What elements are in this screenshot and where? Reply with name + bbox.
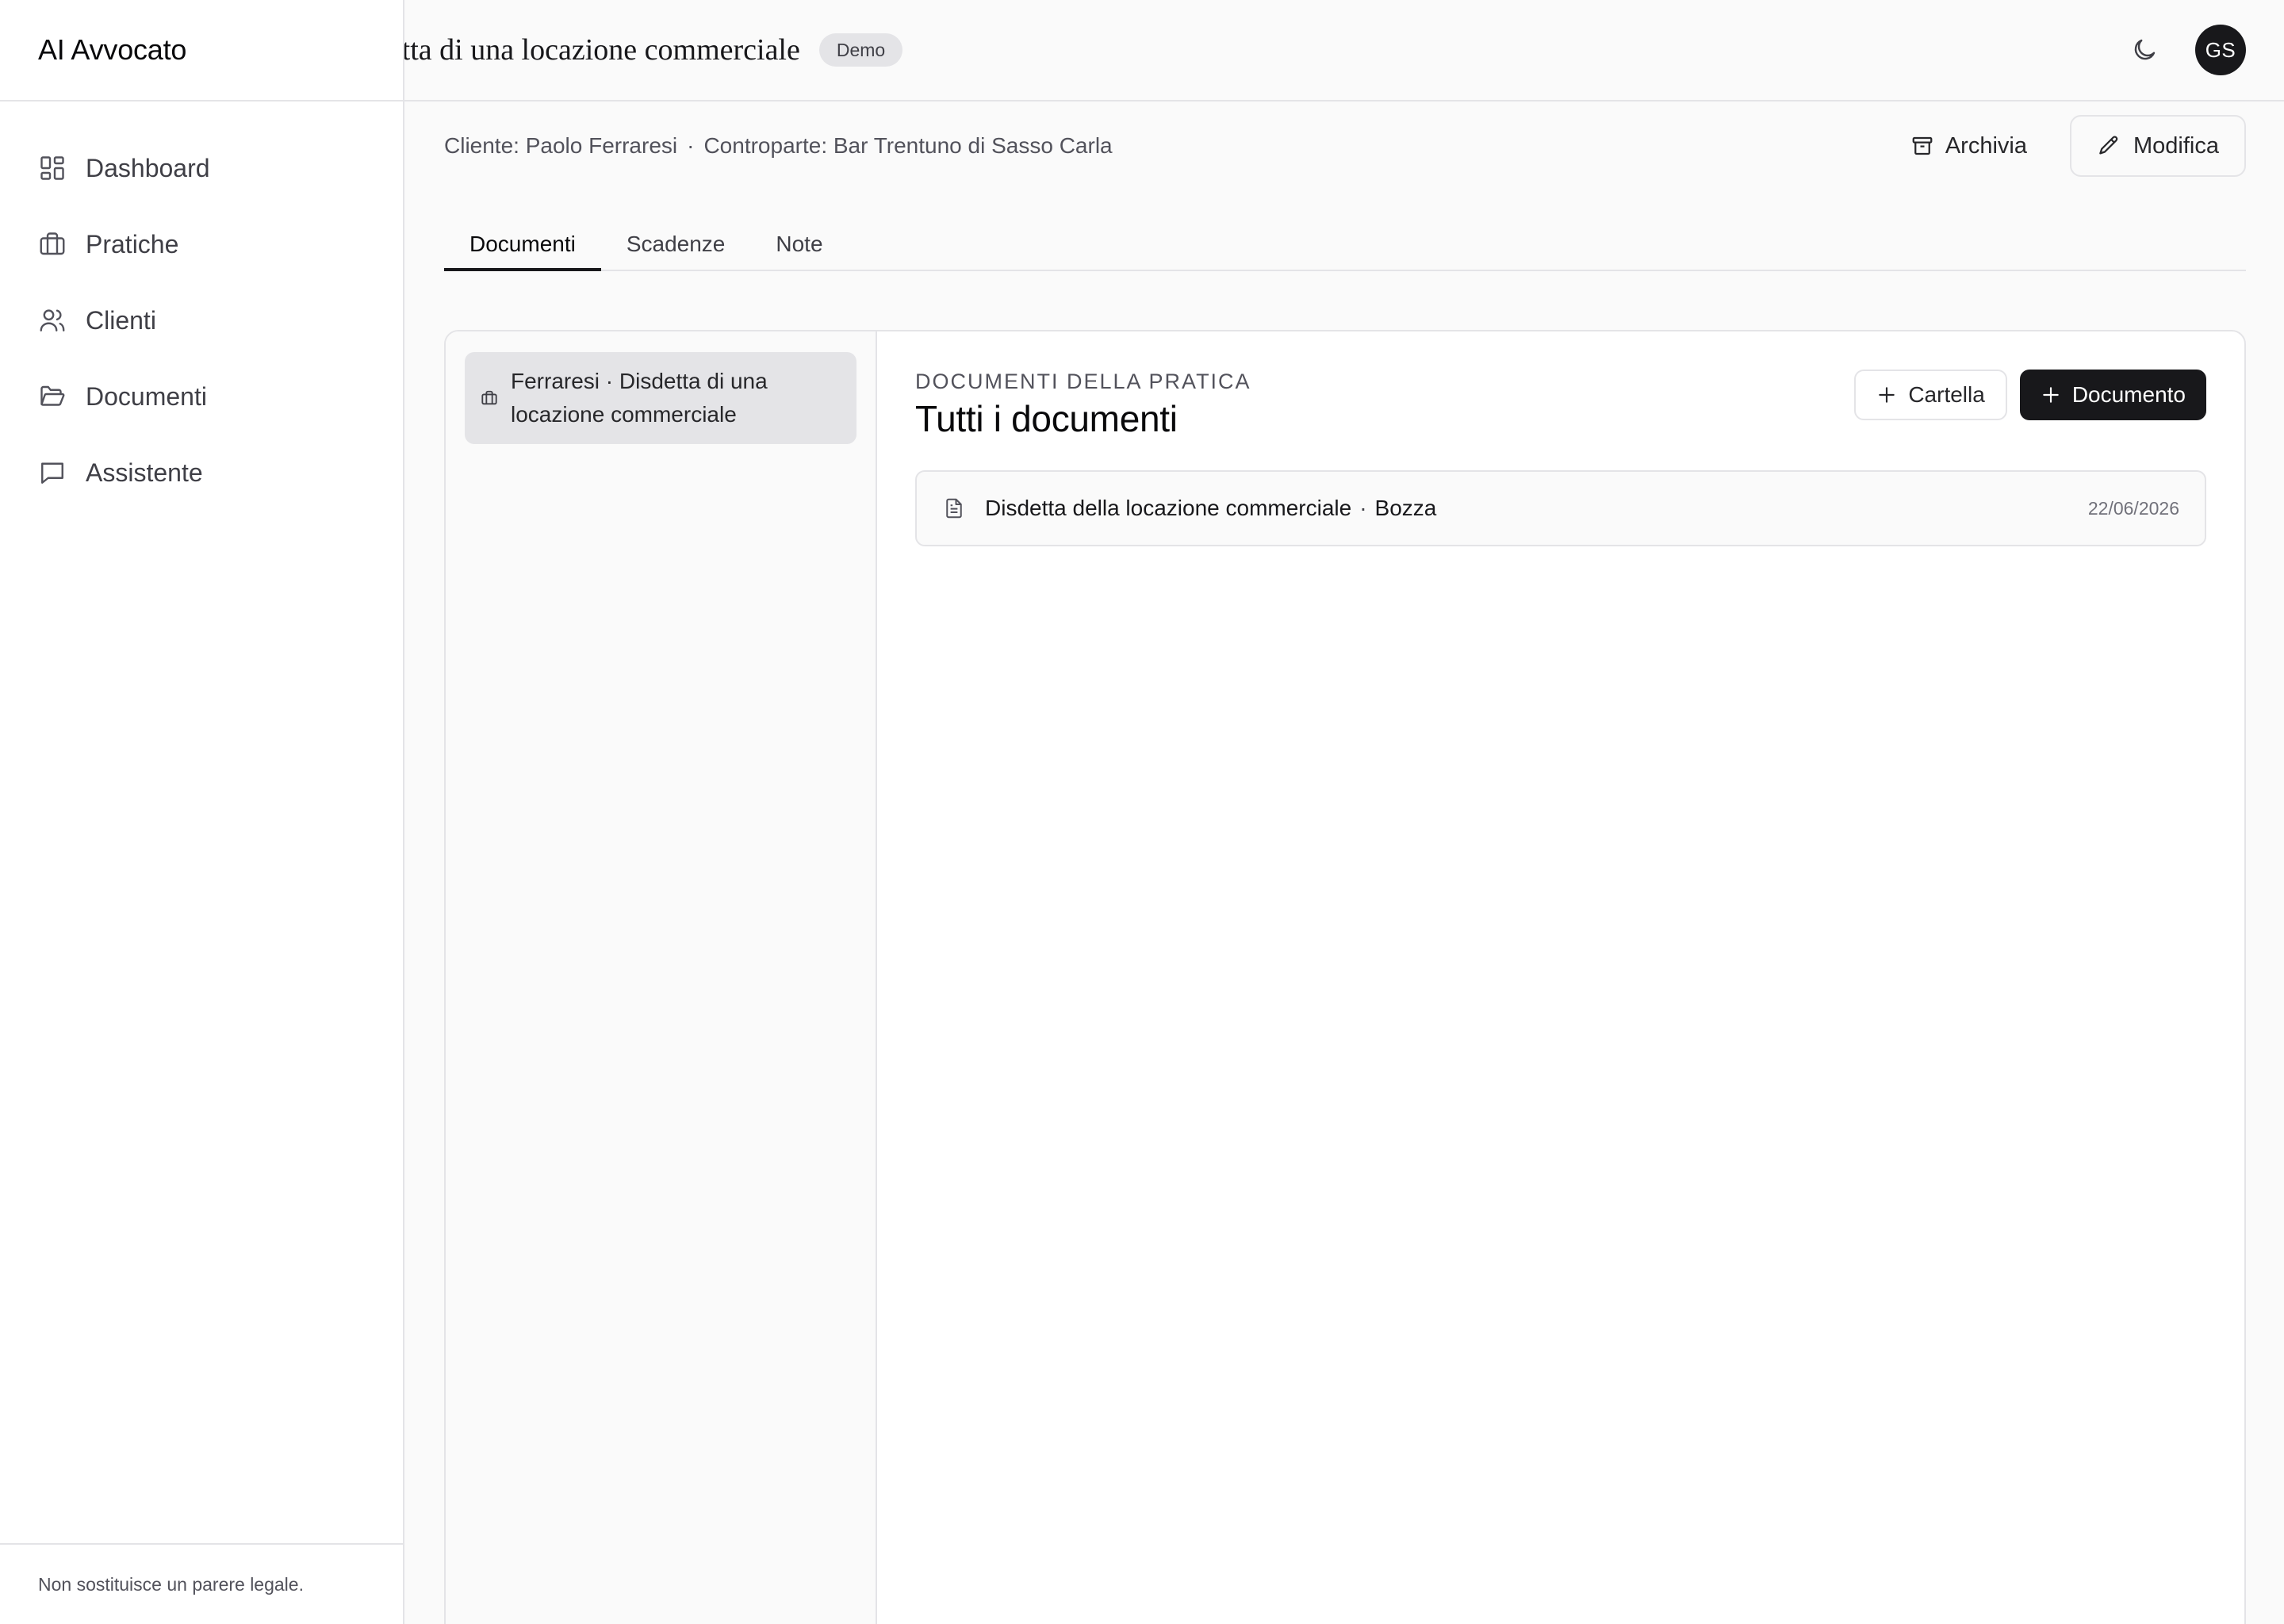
demo-badge: Demo	[818, 33, 903, 67]
edit-button[interactable]: Modifica	[2070, 115, 2246, 177]
file-text-icon	[942, 496, 966, 520]
folder-label: Ferraresi · Disdetta di una locazione co…	[511, 369, 768, 427]
users-icon	[38, 306, 67, 335]
sidebar-item-clienti[interactable]: Clienti	[0, 282, 403, 358]
tab-note[interactable]: Note	[750, 219, 848, 270]
top-header: Disdetta di una locazione commerciale De…	[404, 0, 2284, 102]
edit-label: Modifica	[2133, 132, 2219, 159]
archive-label: Archivia	[1945, 132, 2027, 159]
pencil-icon	[2097, 134, 2121, 158]
sidebar-item-label: Pratiche	[86, 229, 179, 259]
case-tabs: Documenti Scadenze Note	[444, 220, 2246, 271]
moon-icon	[2130, 36, 2159, 64]
folder-tree: Ferraresi · Disdetta di una locazione co…	[446, 331, 877, 1624]
case-parties: Cliente: Paolo Ferraresi · Controparte: …	[444, 133, 1113, 159]
sidebar-item-assistente[interactable]: Assistente	[0, 435, 403, 511]
archive-button[interactable]: Archivia	[1890, 115, 2048, 177]
add-document-button[interactable]: Documento	[2019, 370, 2206, 420]
archive-icon	[1910, 134, 1934, 158]
documents-panel: Ferraresi · Disdetta di una locazione co…	[444, 330, 2246, 1624]
documents-heading: Documenti della pratica Tutti i document…	[915, 370, 1251, 440]
document-row[interactable]: Disdetta della locazione commerciale · B…	[915, 470, 2206, 546]
sidebar-disclaimer: Non sostituisce un parere legale.	[0, 1543, 403, 1624]
dashboard-icon	[38, 154, 67, 182]
separator: ·	[1359, 496, 1367, 520]
folder-open-icon	[38, 382, 67, 411]
sidebar-item-label: Dashboard	[86, 153, 210, 182]
document-date: 22/06/2026	[2087, 497, 2179, 519]
sidebar-item-pratiche[interactable]: Pratiche	[0, 206, 403, 282]
separator: ·	[687, 133, 695, 158]
case-counterparty: Controparte: Bar Trentuno di Sasso Carla	[703, 133, 1113, 158]
sidebar: AI Avvocato Dashboard Pratiche Clienti D…	[0, 0, 404, 1624]
main-content: Cliente: Paolo Ferraresi · Controparte: …	[404, 102, 2284, 1624]
theme-toggle-button[interactable]	[2125, 31, 2163, 69]
sidebar-nav: Dashboard Pratiche Clienti Documenti Ass…	[0, 102, 403, 511]
page-title: Disdetta di una locazione commerciale	[404, 33, 800, 67]
document-name-group: Disdetta della locazione commerciale · B…	[985, 496, 1436, 521]
document-status: Bozza	[1374, 496, 1437, 520]
user-avatar[interactable]: GS	[2195, 25, 2246, 75]
add-document-label: Documento	[2071, 382, 2186, 407]
documents-list-area: Documenti della pratica Tutti i document…	[877, 331, 2244, 1624]
app-title[interactable]: AI Avvocato	[0, 0, 403, 102]
header-actions: GS	[2125, 0, 2246, 100]
sidebar-item-label: Clienti	[86, 305, 156, 335]
plus-icon	[2041, 385, 2061, 405]
documents-header: Documenti della pratica Tutti i document…	[915, 370, 2206, 440]
tab-documenti[interactable]: Documenti	[444, 219, 601, 271]
case-actions: Archivia Modifica	[1890, 115, 2246, 177]
documents-eyebrow: Documenti della pratica	[915, 370, 1251, 393]
folder-item[interactable]: Ferraresi · Disdetta di una locazione co…	[465, 352, 856, 444]
add-folder-button[interactable]: Cartella	[1854, 370, 2007, 420]
tab-scadenze[interactable]: Scadenze	[601, 219, 751, 270]
chat-icon	[38, 458, 67, 487]
case-client: Cliente: Paolo Ferraresi	[444, 133, 678, 158]
plus-icon	[1876, 385, 1897, 405]
sidebar-item-documenti[interactable]: Documenti	[0, 358, 403, 435]
documents-actions: Cartella Documento	[1854, 370, 2206, 420]
sidebar-item-label: Documenti	[86, 381, 207, 411]
page-title-group: Disdetta di una locazione commerciale De…	[404, 0, 903, 100]
briefcase-icon	[38, 230, 67, 259]
sidebar-item-dashboard[interactable]: Dashboard	[0, 130, 403, 206]
add-folder-label: Cartella	[1908, 382, 1985, 407]
document-name: Disdetta della locazione commerciale	[985, 496, 1352, 520]
sidebar-item-label: Assistente	[86, 458, 203, 487]
case-meta-row: Cliente: Paolo Ferraresi · Controparte: …	[444, 102, 2246, 190]
briefcase-icon	[481, 389, 498, 407]
documents-title: Tutti i documenti	[915, 398, 1178, 439]
